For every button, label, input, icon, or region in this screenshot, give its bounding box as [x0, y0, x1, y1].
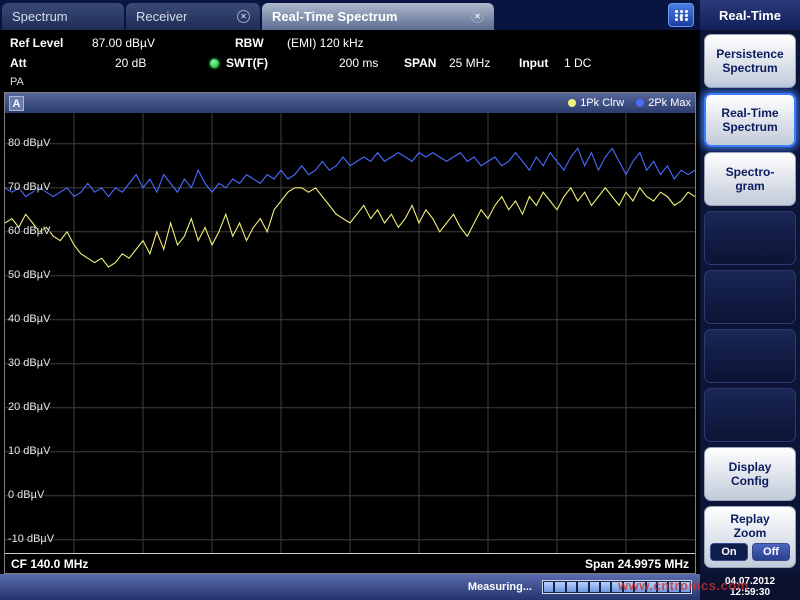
replay-zoom-off-toggle[interactable]: Off [752, 543, 790, 561]
y-axis-label: -10 dBµV [8, 533, 54, 545]
softkey-empty-4[interactable] [704, 388, 796, 442]
chart-footer: CF 140.0 MHz Span 24.9975 MHz [5, 553, 695, 573]
replay-zoom-on-toggle[interactable]: On [710, 543, 748, 561]
trace1-color-icon [568, 99, 576, 107]
legend-trace-1[interactable]: 1Pk Clrw [568, 97, 624, 109]
rbw-value[interactable]: (EMI) 120 kHz [287, 36, 364, 50]
legend-trace-2[interactable]: 2Pk Max [636, 97, 691, 109]
chevron-down-icon: ▾ [679, 17, 683, 21]
center-frequency-readout: CF 140.0 MHz [11, 557, 88, 571]
swt-label: SWT(F) [226, 56, 268, 70]
grid-dots-icon [675, 10, 678, 13]
y-axis-label: 30 dBµV [8, 357, 50, 369]
progress-segment [601, 582, 610, 592]
sweep-status-led [210, 59, 219, 68]
softkey-empty-2[interactable] [704, 270, 796, 324]
tab-bar: Spectrum Receiver ✕ Real-Time Spectrum ✕ ▾ [0, 0, 700, 30]
y-axis-label: 40 dBµV [8, 313, 50, 325]
spectrum-analyzer-screen: Spectrum Receiver ✕ Real-Time Spectrum ✕ ▾ R… [0, 0, 800, 600]
softkey-list: Persistence Spectrum Real-Time Spectrum Sp… [700, 30, 800, 572]
span-value[interactable]: 25 MHz [449, 56, 490, 70]
tab-receiver[interactable]: Receiver ✕ [126, 3, 260, 30]
tab-label: Receiver [136, 9, 187, 24]
tab-close-icon[interactable]: ✕ [471, 10, 484, 23]
y-axis-label: 50 dBµV [8, 269, 50, 281]
tab-close-icon[interactable]: ✕ [237, 10, 250, 23]
rbw-label: RBW [235, 36, 264, 50]
trace1-label: 1Pk Clrw [580, 97, 624, 109]
input-label: Input [519, 56, 548, 70]
watermark: www.cntronics.com [618, 578, 749, 593]
span-readout: Span 24.9975 MHz [585, 557, 689, 571]
trace2-color-icon [636, 99, 644, 107]
y-axis-label: 20 dBµV [8, 401, 50, 413]
ref-level-label: Ref Level [10, 36, 63, 50]
softkey-label: Persistence Spectrum [716, 47, 783, 75]
tab-label: Spectrum [12, 9, 68, 24]
toggle-row: OnOff [710, 543, 790, 561]
input-value[interactable]: 1 DC [564, 56, 591, 70]
y-axis-label: 0 dBµV [8, 489, 44, 501]
softkey-real-time-spectrum[interactable]: Real-Time Spectrum [704, 93, 796, 147]
main-area: Spectrum Receiver ✕ Real-Time Spectrum ✕ ▾ R… [0, 0, 700, 574]
tab-label: Real-Time Spectrum [272, 9, 397, 24]
softkey-display-config[interactable]: Display Config [704, 447, 796, 501]
softkey-menu-title: Real-Time [700, 0, 800, 30]
status-text: Measuring... [468, 581, 532, 593]
softkey-label: Replay Zoom [730, 512, 769, 540]
tab-real-time-spectrum[interactable]: Real-Time Spectrum ✕ [262, 3, 494, 30]
softkey-empty-1[interactable] [704, 211, 796, 265]
trace-legend: 1Pk Clrw 2Pk Max [568, 97, 691, 109]
trace2-label: 2Pk Max [648, 97, 691, 109]
softkey-replay-zoom[interactable]: Replay Zoom OnOff [704, 506, 796, 568]
att-label: Att [10, 56, 27, 70]
softkey-label: Display Config [729, 460, 772, 488]
progress-segment [567, 582, 576, 592]
y-axis-label: 10 dBµV [8, 445, 50, 457]
progress-segment [590, 582, 599, 592]
tab-spectrum[interactable]: Spectrum [2, 3, 124, 30]
softkey-spectrogram[interactable]: Spectro- gram [704, 152, 796, 206]
tab-list: Spectrum Receiver ✕ Real-Time Spectrum ✕ [2, 3, 494, 30]
softkey-persistence-spectrum[interactable]: Persistence Spectrum [704, 34, 796, 88]
transducer-indicator: PA [10, 76, 24, 88]
chart-header: A 1Pk Clrw 2Pk Max [5, 93, 695, 113]
window-label: A [9, 96, 24, 111]
progress-segment [578, 582, 587, 592]
spectrum-plot: 80 dBµV 70 dBµV 60 dBµV 50 dBµV 40 dBµV 30 dB… [5, 113, 695, 553]
y-axis-label: 60 dBµV [8, 225, 50, 237]
display-menu-button[interactable]: ▾ [668, 3, 694, 27]
chart-window: A 1Pk Clrw 2Pk Max 80 dBµV 70 dBµV 60 dBµV… [4, 92, 696, 574]
softkey-label: Spectro- gram [726, 165, 775, 193]
att-value[interactable]: 20 dB [115, 56, 146, 70]
settings-bar: Ref Level 87.00 dBµV RBW (EMI) 120 kHz A… [0, 30, 700, 92]
swt-value[interactable]: 200 ms [339, 56, 378, 70]
ref-level-value[interactable]: 87.00 dBµV [92, 36, 155, 50]
softkey-panel: Real-Time Persistence Spectrum Real-Time … [700, 0, 800, 574]
softkey-label: Real-Time Spectrum [721, 106, 778, 134]
y-axis-label: 70 dBµV [8, 181, 50, 193]
span-label: SPAN [404, 56, 436, 70]
progress-segment [555, 582, 564, 592]
softkey-empty-3[interactable] [704, 329, 796, 383]
y-axis-label: 80 dBµV [8, 137, 50, 149]
progress-segment [544, 582, 553, 592]
